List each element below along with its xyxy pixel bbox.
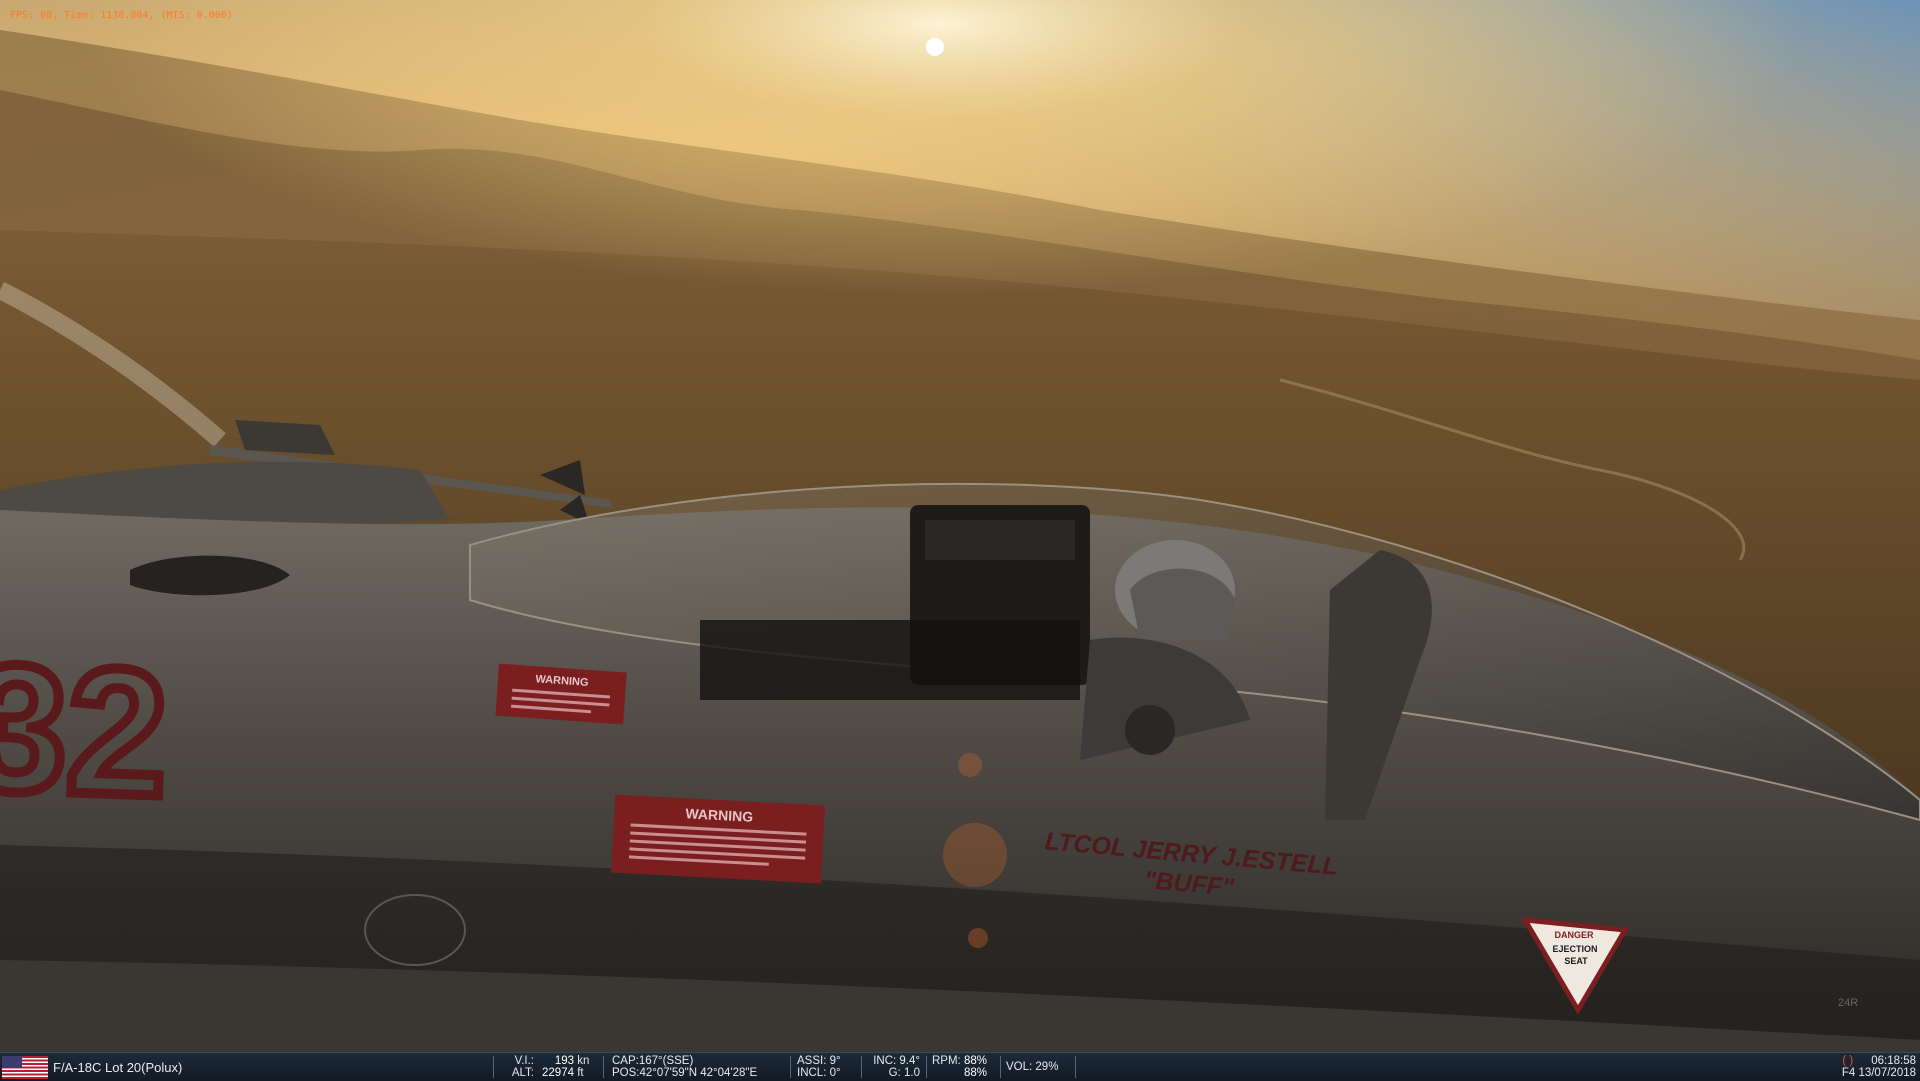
- volume-readout: VOL: 29%: [1006, 1061, 1058, 1073]
- game-viewport: 32 WARNING WARNING LTCOL JERRY J.ESTELL …: [0, 0, 1920, 1052]
- separator: [1000, 1056, 1001, 1078]
- ejection-label: EJECTION: [1552, 944, 1597, 954]
- attitude-readout: ASSI: 9° INCL: 0°: [797, 1055, 841, 1079]
- us-flag-icon: [2, 1056, 48, 1079]
- panel-code: 24R: [1838, 997, 1858, 1009]
- sun: [926, 38, 944, 56]
- lens-flare-large: [943, 823, 1007, 887]
- side-number: 32: [0, 627, 171, 835]
- clock-date: F4 13/07/2018: [1841, 1067, 1916, 1079]
- mission-clock: ( ) 06:18:58 F4 13/07/2018: [1842, 1055, 1916, 1079]
- indicator-parens: ( ): [1842, 1055, 1854, 1067]
- g-readout: G: 1.0: [888, 1067, 920, 1079]
- separator: [603, 1056, 604, 1078]
- pos-readout: POS:42°07'59"N 42°04'28"E: [612, 1067, 758, 1079]
- separator: [861, 1056, 862, 1078]
- separator: [1075, 1056, 1076, 1078]
- assi-readout: ASSI: 9°: [797, 1055, 841, 1067]
- alt-value: 22974: [542, 1067, 574, 1079]
- aircraft-name: F/A-18C Lot 20(Polux): [53, 1060, 183, 1075]
- vol-readout: VOL: 29%: [1006, 1061, 1059, 1073]
- separator: [790, 1056, 791, 1078]
- rpm-left-value: 88%: [963, 1055, 987, 1067]
- lens-flare-small: [958, 753, 982, 777]
- heading-position-readout: CAP:167°(SSE) POS:42°07'59"N 42°04'28"E: [612, 1055, 757, 1079]
- incl-readout: INCL: 0°: [797, 1067, 841, 1079]
- separator: [926, 1056, 927, 1078]
- rpm-label: RPM:: [932, 1055, 961, 1067]
- separator: [493, 1056, 494, 1078]
- fps-counter: FPS: 98, Time: 1138.804, (MIS: 0.000): [10, 10, 233, 21]
- seat-label: SEAT: [1564, 956, 1588, 966]
- alt-unit: ft: [577, 1067, 584, 1079]
- warning-decal-large: WARNING: [611, 794, 825, 884]
- inclination-g-readout: INC: 9.4° G: 1.0: [868, 1055, 920, 1079]
- vi-unit: kn: [577, 1055, 590, 1067]
- side-number-marking: 32: [0, 622, 176, 840]
- danger-label: DANGER: [1554, 930, 1594, 940]
- status-bar: F/A-18C Lot 20(Polux) V.I.: 193 kn ALT: 22…: [0, 1052, 1920, 1081]
- rpm-readout: RPM: 88% 88%: [932, 1055, 987, 1079]
- vi-value: 193: [554, 1055, 574, 1067]
- cap-readout: CAP:167°(SSE): [612, 1055, 694, 1067]
- speed-altitude-readout: V.I.: 193 kn ALT: 22974 ft: [500, 1055, 600, 1079]
- warning-decal-small: WARNING: [495, 663, 627, 725]
- clock-time: 06:18:58: [1871, 1055, 1916, 1067]
- inc-readout: INC: 9.4°: [873, 1055, 920, 1067]
- alt-label: ALT:: [511, 1067, 534, 1079]
- vi-label: V.I.:: [514, 1055, 534, 1067]
- rpm-right-value: 88%: [964, 1067, 988, 1079]
- lens-flare-tiny: [968, 928, 988, 948]
